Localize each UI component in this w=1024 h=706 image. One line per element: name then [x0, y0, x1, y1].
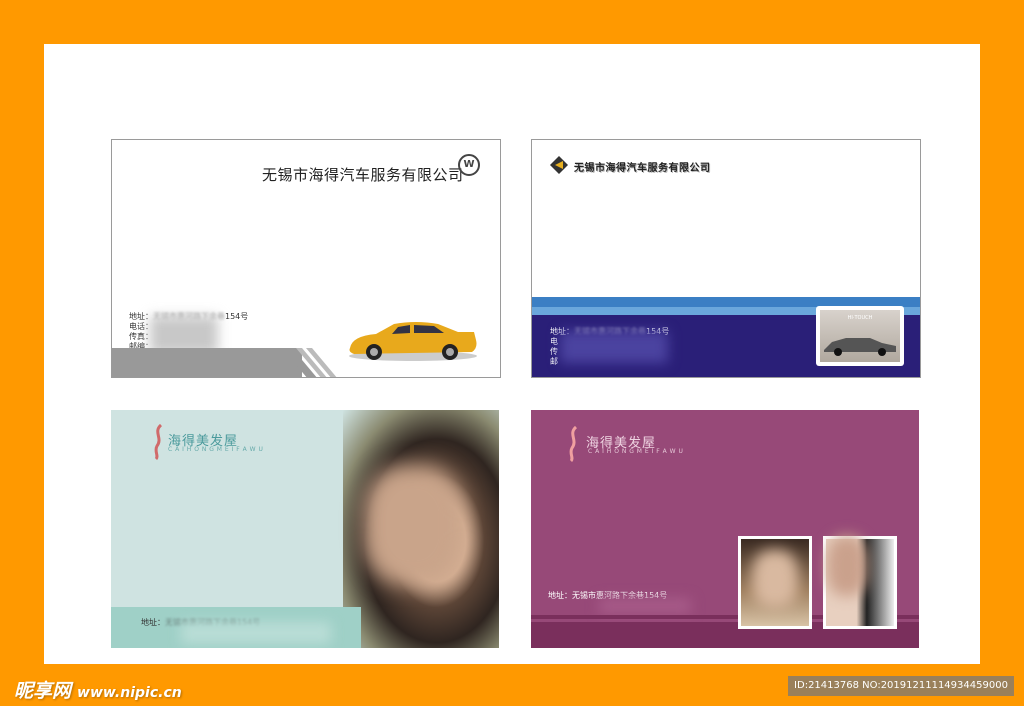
- company-logo-icon: [550, 156, 568, 174]
- address-label: 地址：: [548, 591, 572, 600]
- address-label: 地址：: [141, 618, 165, 627]
- hair-model-photo-icon: [738, 536, 812, 629]
- brand-pinyin: C A I H O N G M E I F A W U: [588, 448, 684, 455]
- privacy-blur: [560, 331, 668, 363]
- image-id-label: ID:21413768 NO:20191211114934459000: [788, 676, 1014, 696]
- stripe-decoration: [282, 348, 337, 377]
- volkswagen-logo-icon: W: [458, 154, 480, 176]
- brand-pinyin: C A I H O N G M E I F A W U: [168, 446, 264, 453]
- site-watermark: 昵享网 www.nipic.cn: [14, 676, 182, 703]
- sedan-car-photo-icon: HI·TOUCH: [816, 306, 904, 366]
- site-url: www.nipic.cn: [77, 685, 182, 701]
- swirl-logo-icon: [569, 426, 578, 462]
- car-business-card-back: 无锡市海得汽车服务有限公司 地址：无锡市惠河路下余巷154号 电 传 邮 HI·…: [531, 139, 921, 378]
- swirl-logo-icon: [154, 424, 163, 460]
- salon-business-card-front: 海得美发屋 C A I H O N G M E I F A W U 地址：无锡市…: [111, 410, 499, 648]
- privacy-blur: [599, 598, 691, 614]
- curly-hair-woman-photo-icon: [343, 410, 499, 648]
- company-name: 无锡市海得汽车服务有限公司: [262, 166, 464, 184]
- grey-bar: [112, 348, 302, 377]
- yellow-sports-car-icon: [349, 322, 477, 361]
- car-business-card-front: 无锡市海得汽车服务有限公司 W 地址：无锡市惠河路下余巷154号 电话： 传真：…: [111, 139, 501, 378]
- address-tail: 154号: [225, 312, 249, 321]
- photo-caption: HI·TOUCH: [847, 315, 873, 321]
- company-name: 无锡市海得汽车服务有限公司: [574, 163, 711, 174]
- hair-model-photo-icon: [823, 536, 897, 629]
- site-name: 昵享网: [14, 680, 72, 702]
- privacy-blur: [181, 622, 331, 644]
- salon-business-card-back: 海得美发屋 C A I H O N G M E I F A W U 地址：无锡市…: [531, 410, 919, 648]
